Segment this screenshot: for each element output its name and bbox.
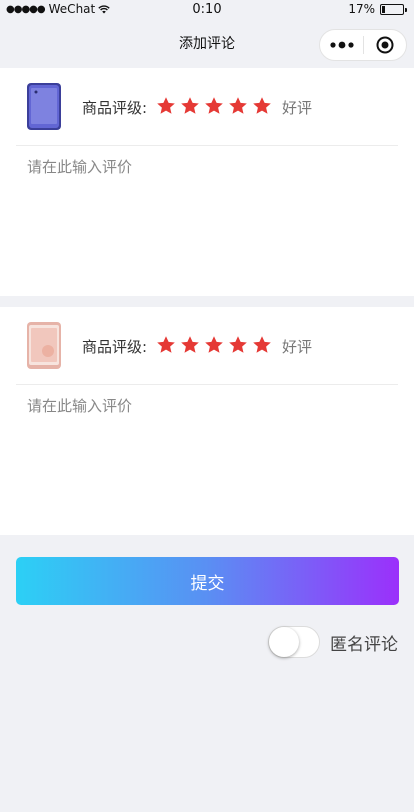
star-icon[interactable] — [156, 335, 176, 355]
product-thumbnail-phone-blue — [27, 83, 61, 130]
star-icon[interactable] — [156, 96, 176, 116]
anonymous-toggle[interactable] — [268, 626, 320, 658]
product-rating-row: 商品评级: 好评 — [0, 307, 414, 385]
review-input[interactable] — [16, 387, 398, 517]
status-right: 17% — [348, 2, 407, 16]
submit-button[interactable]: 提交 — [16, 557, 399, 605]
star-icon[interactable] — [252, 96, 272, 116]
divider — [16, 384, 398, 385]
battery-percent: 17% — [348, 2, 375, 16]
rating-text: 好评 — [282, 99, 313, 117]
star-icon[interactable] — [228, 335, 248, 355]
anonymous-review-row: 匿名评论 — [268, 626, 398, 658]
product-rating-row: 商品评级: 好评 — [0, 68, 414, 146]
target-icon — [376, 36, 394, 54]
rating-text: 好评 — [282, 338, 313, 356]
star-icon[interactable] — [204, 335, 224, 355]
more-options-button[interactable] — [320, 30, 363, 60]
nav-bar: 添加评论 — [0, 20, 414, 66]
more-dots-icon — [329, 41, 354, 49]
divider — [16, 145, 398, 146]
star-icon[interactable] — [180, 96, 200, 116]
star-icon[interactable] — [228, 96, 248, 116]
status-bar: ●●●●● WeChat 0:10 17% — [0, 0, 414, 20]
star-icon[interactable] — [204, 96, 224, 116]
star-icon[interactable] — [252, 335, 272, 355]
mini-program-capsule — [319, 29, 407, 61]
product-review-card: 商品评级: 好评 — [0, 307, 414, 535]
close-mini-program-button[interactable] — [364, 30, 406, 60]
review-input[interactable] — [16, 148, 398, 278]
star-icon[interactable] — [180, 335, 200, 355]
battery-icon — [380, 3, 407, 15]
product-thumbnail-phone-pink — [27, 322, 61, 369]
anonymous-label: 匿名评论 — [330, 634, 398, 655]
rating-label: 商品评级: — [82, 99, 148, 117]
star-rating — [156, 335, 276, 355]
star-rating — [156, 96, 276, 116]
rating-label: 商品评级: — [82, 338, 148, 356]
toggle-knob — [269, 627, 299, 657]
product-review-card: 商品评级: 好评 — [0, 68, 414, 296]
